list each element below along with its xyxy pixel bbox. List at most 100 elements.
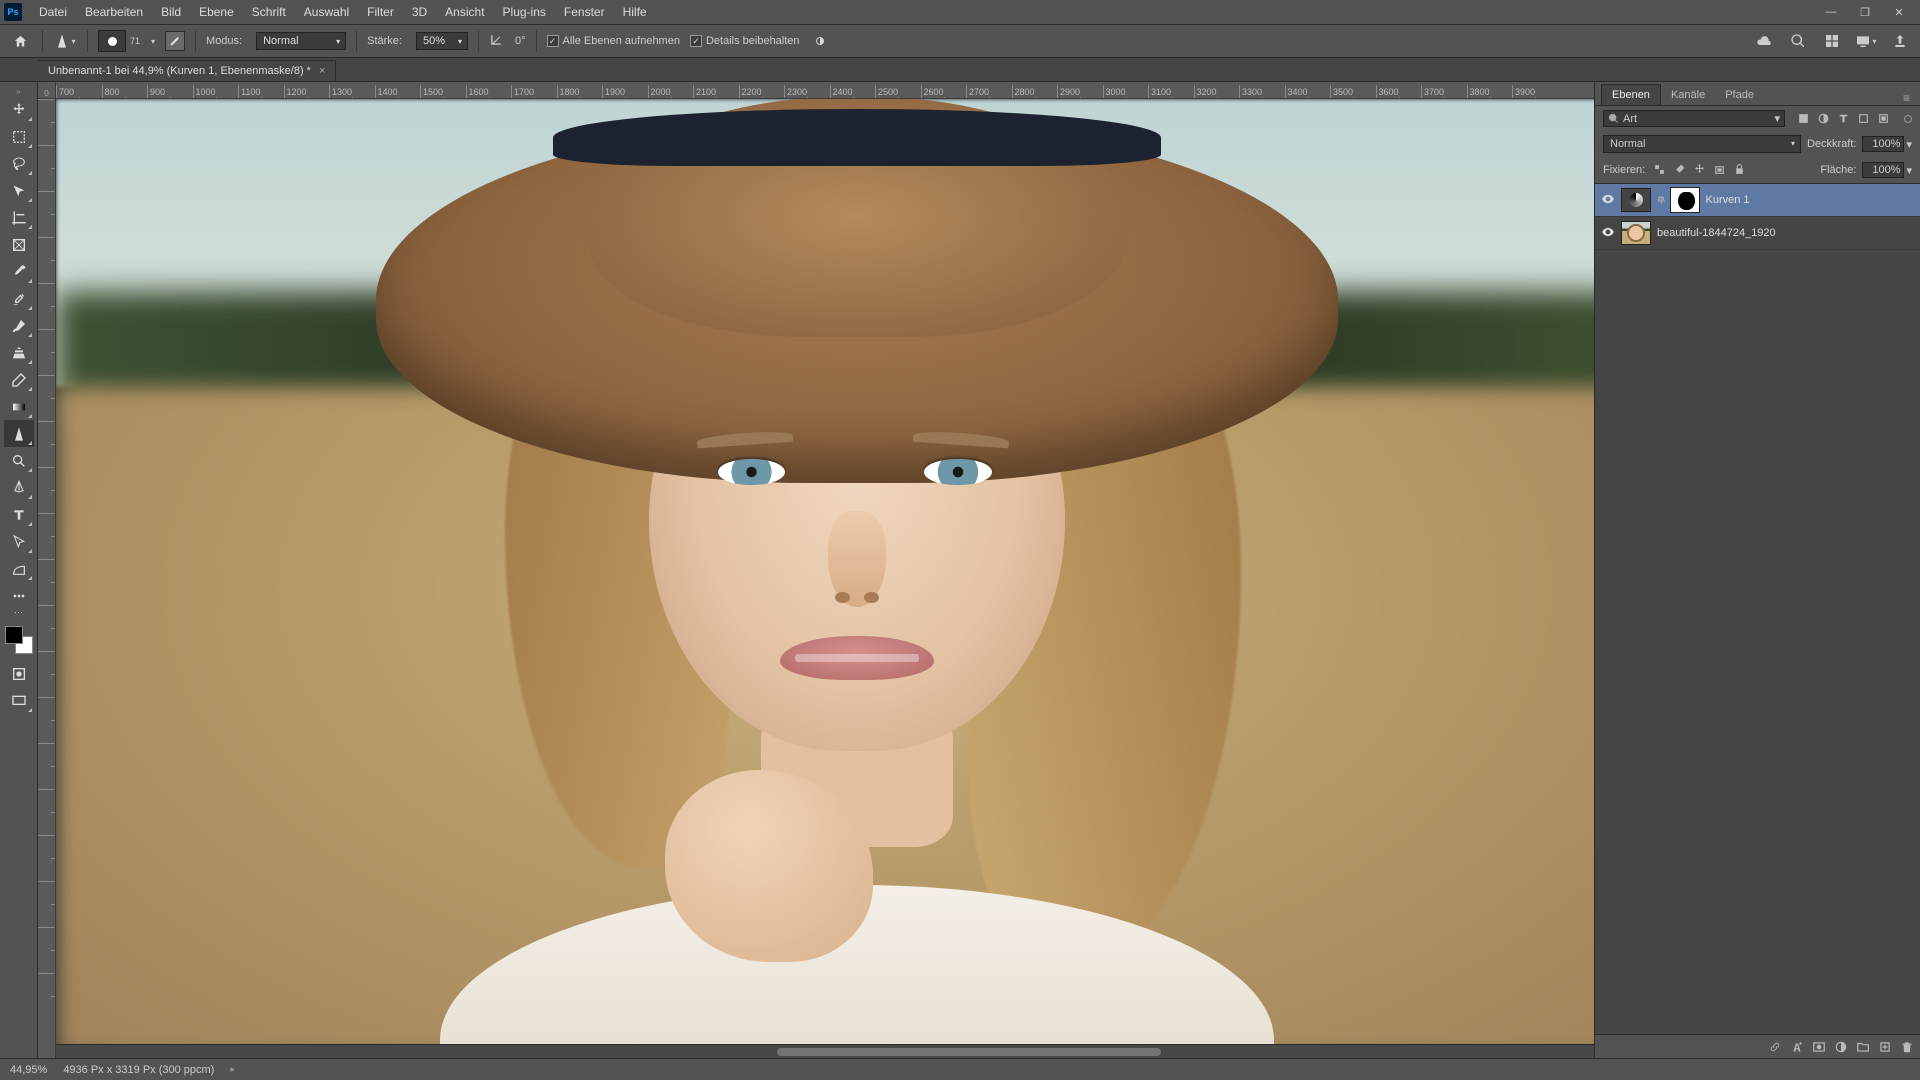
menu-datei[interactable]: Datei	[30, 3, 76, 21]
window-minimize-button[interactable]: —	[1814, 2, 1848, 22]
layer-row-image[interactable]: beautiful-1844724_1920	[1595, 217, 1920, 250]
type-tool[interactable]	[4, 501, 34, 528]
layer-mask-button[interactable]	[1812, 1040, 1826, 1054]
menu-3d[interactable]: 3D	[403, 3, 436, 21]
share-button[interactable]	[1888, 29, 1912, 53]
new-layer-button[interactable]	[1878, 1040, 1892, 1054]
cloud-docs-button[interactable]	[1752, 29, 1776, 53]
layer-filter-dropdown[interactable]: Art ▾	[1603, 110, 1785, 127]
tab-ebenen[interactable]: Ebenen	[1601, 84, 1661, 105]
shape-tool[interactable]	[4, 555, 34, 582]
horizontal-ruler[interactable]: 7008009001000110012001300140015001600170…	[56, 82, 1658, 99]
dodge-tool[interactable]	[4, 447, 34, 474]
filter-adjust-icon[interactable]	[1815, 110, 1832, 127]
panel-menu-icon[interactable]: ≡	[1899, 91, 1914, 105]
more-tools-icon[interactable]	[4, 582, 34, 609]
window-close-button[interactable]: ✕	[1882, 2, 1916, 22]
lock-pixels-icon[interactable]	[1671, 161, 1688, 178]
screenmode-toggle[interactable]	[4, 687, 34, 714]
layer-name[interactable]: beautiful-1844724_1920	[1657, 227, 1776, 239]
status-zoom[interactable]: 44,95%	[10, 1064, 47, 1076]
canvas[interactable]	[56, 99, 1658, 1058]
adjustment-thumbnail[interactable]	[1621, 188, 1651, 212]
link-icon[interactable]: 𐄷	[1657, 193, 1665, 207]
move-tool[interactable]	[4, 96, 34, 123]
document-tab[interactable]: Unbenannt-1 bei 44,9% (Kurven 1, Ebenenm…	[38, 60, 336, 81]
menu-hilfe[interactable]: Hilfe	[614, 3, 656, 21]
toolbar-collapse-grip[interactable]: »	[0, 86, 37, 96]
visibility-toggle-icon[interactable]	[1601, 192, 1615, 209]
menu-schrift[interactable]: Schrift	[243, 3, 295, 21]
window-maximize-button[interactable]: ❐	[1848, 2, 1882, 22]
menu-ebene[interactable]: Ebene	[190, 3, 243, 21]
pressure-opacity-toggle[interactable]	[810, 31, 830, 51]
foreground-color[interactable]	[5, 626, 23, 644]
link-layers-button[interactable]	[1768, 1040, 1782, 1054]
protect-details-checkbox[interactable]: ✓Details beibehalten	[690, 35, 800, 47]
visibility-toggle-icon[interactable]	[1601, 225, 1615, 242]
layer-row-curves[interactable]: 𐄷 Kurven 1	[1595, 184, 1920, 217]
frame-tool[interactable]	[4, 231, 34, 258]
clone-stamp-tool[interactable]	[4, 339, 34, 366]
path-select-tool[interactable]	[4, 528, 34, 555]
ruler-origin[interactable]: 0	[38, 82, 56, 99]
filter-toggle-switch[interactable]	[1904, 115, 1912, 123]
blend-mode-dropdown[interactable]: Normal▾	[1603, 135, 1801, 153]
brush-tool[interactable]	[4, 312, 34, 339]
home-button[interactable]	[8, 29, 32, 53]
layer-mask-thumbnail[interactable]	[1671, 188, 1699, 212]
status-info-caret-icon[interactable]: ▸	[230, 1064, 235, 1075]
lock-all-icon[interactable]	[1731, 161, 1748, 178]
fill-input[interactable]: 100%▾	[1862, 162, 1912, 178]
brush-preset-picker[interactable]	[98, 30, 126, 52]
status-doc-info[interactable]: 4936 Px x 3319 Px (300 ppcm)	[63, 1064, 214, 1076]
menu-ansicht[interactable]: Ansicht	[436, 3, 493, 21]
tab-pfade[interactable]: Pfade	[1715, 85, 1764, 105]
vertical-ruler[interactable]	[38, 99, 56, 1058]
tablet-pressure-toggle[interactable]	[165, 31, 185, 51]
menu-fenster[interactable]: Fenster	[555, 3, 614, 21]
filter-smart-icon[interactable]	[1875, 110, 1892, 127]
layer-name[interactable]: Kurven 1	[1705, 194, 1749, 206]
layer-thumbnail[interactable]	[1621, 221, 1651, 245]
gradient-tool[interactable]	[4, 393, 34, 420]
layer-style-button[interactable]	[1790, 1040, 1804, 1054]
staerke-dropdown[interactable]: 50%▾	[416, 32, 468, 50]
tab-kanaele[interactable]: Kanäle	[1661, 85, 1715, 105]
menu-filter[interactable]: Filter	[358, 3, 403, 21]
filter-shape-icon[interactable]	[1855, 110, 1872, 127]
healing-brush-tool[interactable]	[4, 285, 34, 312]
lasso-tool[interactable]	[4, 150, 34, 177]
menu-plugins[interactable]: Plug-ins	[494, 3, 555, 21]
eyedropper-tool[interactable]	[4, 258, 34, 285]
lock-transparent-icon[interactable]	[1651, 161, 1668, 178]
pen-tool[interactable]	[4, 474, 34, 501]
angle-value[interactable]: 0°	[515, 35, 526, 47]
modus-dropdown[interactable]: Normal▾	[256, 32, 346, 50]
filter-type-icon[interactable]	[1835, 110, 1852, 127]
search-button[interactable]	[1786, 29, 1810, 53]
quickmask-toggle[interactable]	[4, 660, 34, 687]
horizontal-scrollbar[interactable]	[56, 1044, 1658, 1058]
sample-all-layers-checkbox[interactable]: ✓Alle Ebenen aufnehmen	[547, 35, 680, 47]
blur-tool[interactable]	[4, 420, 34, 447]
adjustment-layer-button[interactable]	[1834, 1040, 1848, 1054]
opacity-input[interactable]: 100%▾	[1862, 136, 1912, 152]
filter-pixel-icon[interactable]	[1795, 110, 1812, 127]
arrange-documents-button[interactable]	[1820, 29, 1844, 53]
layer-group-button[interactable]	[1856, 1040, 1870, 1054]
screen-mode-button[interactable]: ▾	[1854, 29, 1878, 53]
eraser-tool[interactable]	[4, 366, 34, 393]
menu-bearbeiten[interactable]: Bearbeiten	[76, 3, 152, 21]
quick-select-tool[interactable]	[4, 177, 34, 204]
active-tool-icon[interactable]: ▾	[53, 29, 77, 53]
menu-bild[interactable]: Bild	[152, 3, 190, 21]
lock-position-icon[interactable]	[1691, 161, 1708, 178]
lock-nested-icon[interactable]	[1711, 161, 1728, 178]
marquee-tool[interactable]	[4, 123, 34, 150]
crop-tool[interactable]	[4, 204, 34, 231]
document-tab-close-icon[interactable]: ×	[319, 65, 325, 77]
color-swatch[interactable]	[5, 626, 33, 654]
delete-layer-button[interactable]	[1900, 1040, 1914, 1054]
menu-auswahl[interactable]: Auswahl	[295, 3, 358, 21]
